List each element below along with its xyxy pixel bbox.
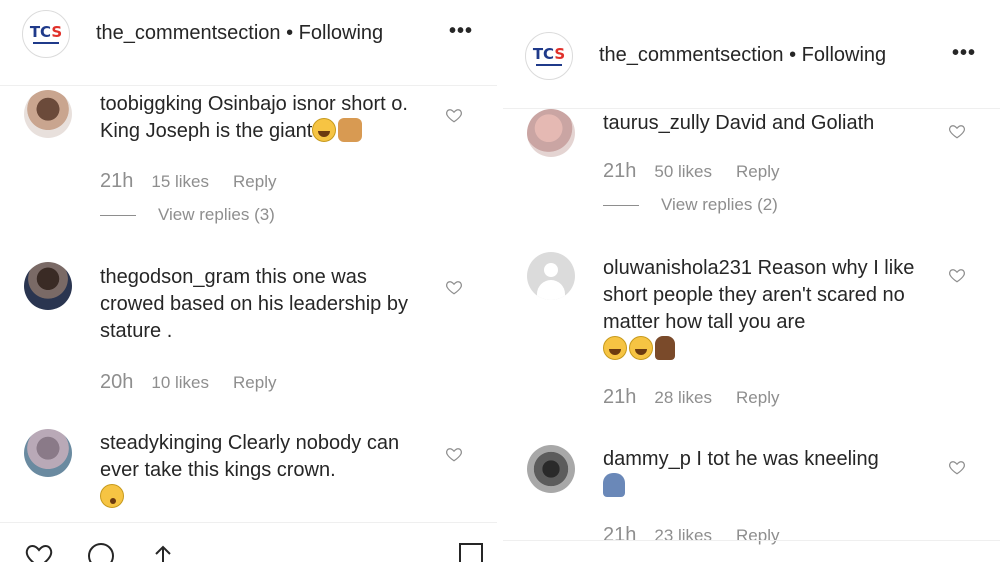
comment-text: dammy_p I tot he was kneeling — [603, 446, 933, 500]
comment-username[interactable]: taurus_zully — [603, 112, 710, 134]
comment-body: I tot he was kneeling — [690, 448, 879, 470]
avatar[interactable] — [527, 445, 575, 493]
comment-meta: 21h 23 likes Reply — [603, 524, 779, 547]
heart-icon[interactable] — [24, 540, 54, 562]
view-replies-label[interactable]: View replies (2) — [661, 195, 778, 214]
like-heart-icon[interactable] — [445, 445, 463, 463]
reply-button[interactable]: Reply — [233, 172, 276, 191]
header-divider — [0, 85, 497, 86]
follow-status[interactable]: • Following — [286, 22, 383, 44]
default-avatar[interactable] — [527, 252, 575, 300]
comment-username[interactable]: thegodson_gram — [100, 266, 250, 288]
follow-status[interactable]: • Following — [789, 44, 886, 66]
post-header: TCS the_commentsection • Following ••• — [0, 0, 497, 70]
share-icon[interactable] — [148, 540, 178, 562]
account-line: the_commentsection • Following — [96, 22, 383, 45]
account-name[interactable]: the_commentsection — [96, 22, 281, 44]
more-options-icon[interactable]: ••• — [952, 42, 976, 65]
comment-likes[interactable]: 50 likes — [654, 162, 712, 181]
post-header: TCS the_commentsection • Following ••• — [503, 22, 1000, 92]
comment-username[interactable]: toobiggking — [100, 93, 202, 115]
view-replies[interactable]: View replies (3) — [100, 205, 275, 225]
header-divider — [503, 108, 1000, 109]
left-screenshot-panel: TCS the_commentsection • Following ••• t… — [0, 0, 497, 562]
comment-time: 21h — [603, 160, 637, 182]
save-bookmark-icon[interactable] — [456, 540, 486, 562]
comment-icon[interactable] — [86, 540, 116, 562]
view-replies[interactable]: View replies (2) — [603, 195, 778, 215]
reply-button[interactable]: Reply — [736, 526, 779, 545]
running-person-emoji-icon — [655, 336, 675, 360]
reply-button[interactable]: Reply — [736, 388, 779, 407]
comment-time: 21h — [603, 386, 637, 408]
comment-likes[interactable]: 15 likes — [151, 172, 209, 191]
comment-likes[interactable]: 10 likes — [151, 373, 209, 392]
account-line: the_commentsection • Following — [599, 44, 886, 67]
avatar[interactable] — [24, 90, 72, 138]
comment-meta: 21h 28 likes Reply — [603, 386, 779, 409]
reply-button[interactable]: Reply — [736, 162, 779, 181]
kneeling-person-emoji-icon — [603, 473, 625, 497]
comment-likes[interactable]: 28 likes — [654, 388, 712, 407]
comment-time: 21h — [100, 170, 134, 192]
comment-username[interactable]: oluwanishola231 — [603, 257, 752, 279]
comment-text: taurus_zully David and Goliath — [603, 110, 933, 137]
comment-meta: 20h 10 likes Reply — [100, 371, 276, 394]
comment-meta: 21h 15 likes Reply — [100, 170, 276, 193]
comment-text: thegodson_gram this one was crowed based… — [100, 264, 420, 345]
like-heart-icon[interactable] — [948, 458, 966, 476]
reply-button[interactable]: Reply — [233, 373, 276, 392]
avatar[interactable] — [527, 109, 575, 157]
comment-text: toobiggking Osinbajo isnor short o. King… — [100, 91, 430, 145]
avatar[interactable] — [24, 429, 72, 477]
more-options-icon[interactable]: ••• — [449, 20, 473, 43]
logo-text: TCS — [29, 22, 63, 41]
logo-text: TCS — [532, 44, 566, 63]
comment-username[interactable]: steadykinging — [100, 432, 222, 454]
astonished-emoji-icon — [100, 484, 124, 508]
laughing-emoji-icon — [629, 336, 653, 360]
comment-text: oluwanishola231 Reason why I like short … — [603, 255, 938, 363]
comment-time: 21h — [603, 524, 637, 546]
like-heart-icon[interactable] — [445, 106, 463, 124]
laughing-emoji-icon — [312, 118, 337, 142]
like-heart-icon[interactable] — [948, 122, 966, 140]
account-logo-avatar[interactable]: TCS — [22, 10, 70, 58]
like-heart-icon[interactable] — [445, 278, 463, 296]
laughing-emoji-icon — [603, 336, 627, 360]
like-heart-icon[interactable] — [948, 266, 966, 284]
account-name[interactable]: the_commentsection — [599, 44, 784, 66]
comment-meta: 21h 50 likes Reply — [603, 160, 779, 183]
comment-username[interactable]: dammy_p — [603, 448, 691, 470]
comment-likes[interactable]: 23 likes — [654, 526, 712, 545]
comment-text: steadykinging Clearly nobody can ever ta… — [100, 430, 420, 511]
right-screenshot-panel: TCS the_commentsection • Following ••• t… — [503, 0, 1000, 562]
account-logo-avatar[interactable]: TCS — [525, 32, 573, 80]
comment-body: David and Goliath — [709, 112, 875, 134]
comment-time: 20h — [100, 371, 134, 393]
avatar[interactable] — [24, 262, 72, 310]
raised-hands-emoji-icon — [338, 118, 363, 142]
view-replies-label[interactable]: View replies (3) — [158, 205, 275, 224]
